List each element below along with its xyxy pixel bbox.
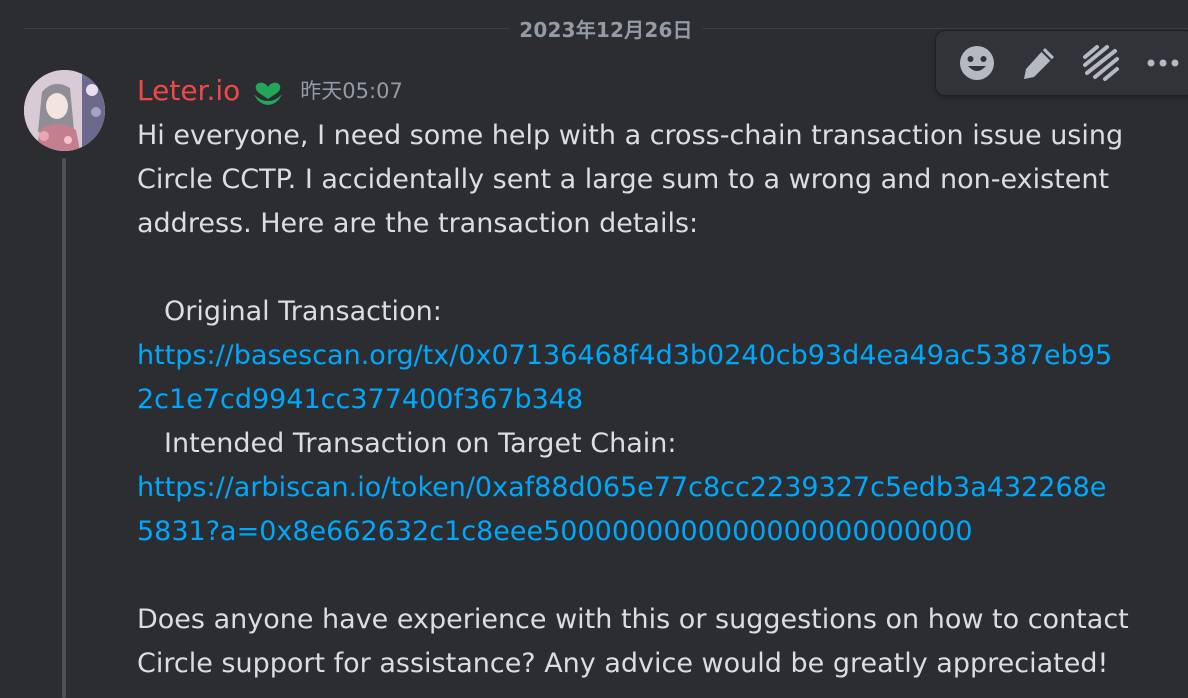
username[interactable]: Leter.io [137,74,240,107]
message-text-line: Hi everyone, I need some help with a cro… [137,120,1124,151]
intended-transaction-link-line: https://arbiscan.io/token/0xaf88d065e77c… [137,466,1137,510]
more-options-button[interactable] [1132,35,1188,91]
divider-line-right [702,27,1188,29]
original-transaction-link-line: https://basescan.org/tx/0x07136468f4d3b0… [137,334,1137,378]
original-transaction-link[interactable]: https://basescan.org/tx/0x07136468f4d3b0… [137,340,1112,371]
message-text-line: Does anyone have experience with this or… [137,604,1129,635]
add-reaction-button[interactable] [946,35,1008,91]
edit-message-button[interactable] [1008,35,1070,91]
message-text-line: Circle support for assistance? Any advic… [137,648,1109,679]
original-transaction-link-cont[interactable]: 2c1e7cd9941cc377400f367b348 [137,384,583,415]
intended-transaction-link[interactable]: https://arbiscan.io/token/0xaf88d065e77c… [137,472,1106,503]
message-text-line: address. Here are the transaction detail… [137,208,699,239]
create-thread-button[interactable] [1070,35,1132,91]
message-header: Leter.io 昨天05:07 [137,70,403,110]
emoji-icon [960,46,994,80]
date-divider-text: 2023年12月26日 [519,17,693,42]
role-icon[interactable] [250,72,286,108]
original-transaction-label: Original Transaction: [164,296,442,327]
message-text-line: Circle CCTP. I accidentally sent a large… [137,164,1110,195]
message-content: Hi everyone, I need some help with a cro… [137,114,1137,686]
timestamp[interactable]: 昨天05:07 [300,75,403,105]
avatar-image [24,70,105,151]
intended-transaction-link-line: 5831?a=0x8e662632c1c8eee5000000000000000… [137,510,1137,554]
thread-spine [62,158,66,698]
heart-hands-icon [254,82,283,105]
avatar[interactable] [24,70,105,151]
original-transaction-link-line: 2c1e7cd9941cc377400f367b348 [137,378,1137,422]
divider-line-left [24,27,510,29]
intended-transaction-label: Intended Transaction on Target Chain: [164,428,677,459]
more-icon [1147,59,1179,67]
pencil-icon [1024,48,1054,79]
intended-transaction-link-cont[interactable]: 5831?a=0x8e662632c1c8eee5000000000000000… [137,516,973,547]
thread-icon [1083,45,1119,81]
message-action-toolbar [935,30,1188,96]
